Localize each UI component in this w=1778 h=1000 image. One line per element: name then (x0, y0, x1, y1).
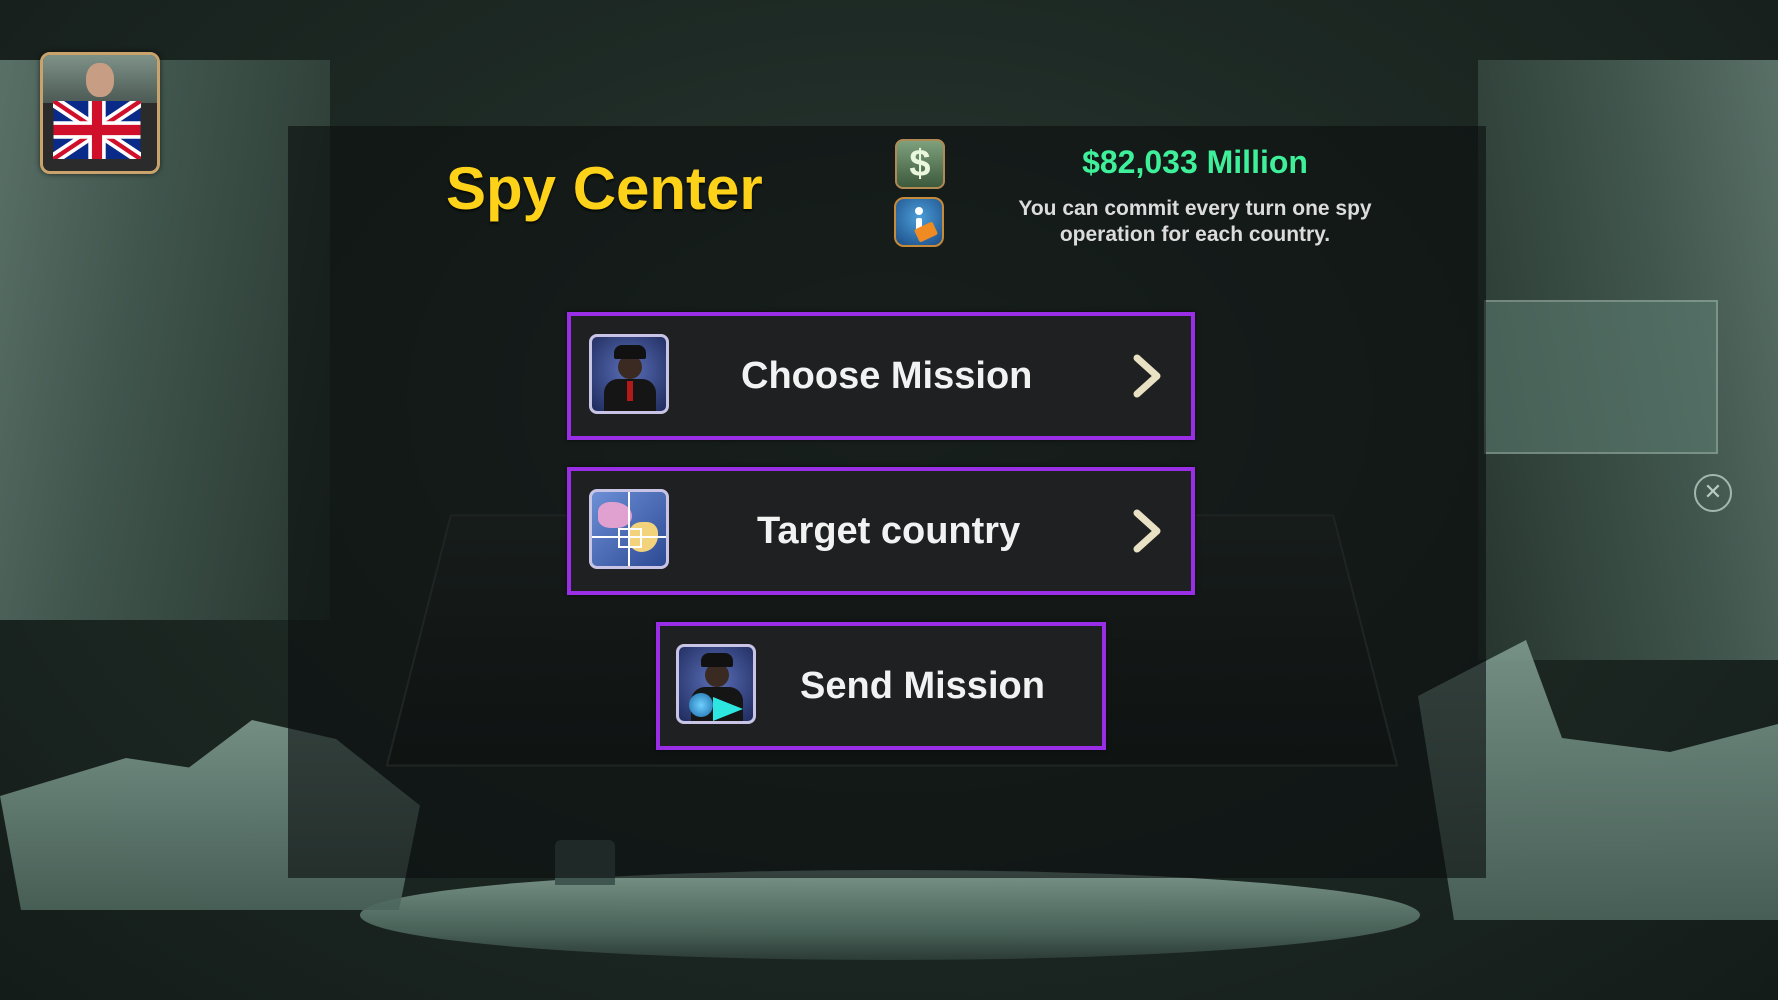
info-icon[interactable] (894, 197, 944, 247)
chevron-right-icon (1133, 354, 1161, 398)
send-mission-button[interactable]: Send Mission (656, 622, 1106, 750)
player-country-badge[interactable] (40, 52, 160, 174)
target-country-button[interactable]: Target country (567, 467, 1195, 595)
info-note: You can commit every turn one spy operat… (1018, 197, 1372, 246)
target-country-label: Target country (757, 510, 1021, 552)
close-icon[interactable]: ✕ (1694, 474, 1732, 512)
leader-face (86, 63, 114, 97)
info-dot (915, 207, 923, 215)
world-map-screen (1484, 300, 1718, 454)
dollar-icon: $ (895, 139, 945, 189)
choose-mission-button[interactable]: Choose Mission (567, 312, 1195, 440)
submarine (360, 870, 1420, 960)
page-title: Spy Center (446, 155, 763, 222)
send-spy-icon (676, 644, 756, 724)
choose-mission-label: Choose Mission (741, 355, 1033, 397)
chevron-right-icon (1133, 509, 1161, 553)
money-amount: $82,033 Million (1082, 144, 1308, 180)
spy-agent-icon (589, 334, 669, 414)
send-mission-label: Send Mission (800, 665, 1045, 707)
map-target-icon (589, 489, 669, 569)
uk-flag-icon (53, 101, 141, 159)
